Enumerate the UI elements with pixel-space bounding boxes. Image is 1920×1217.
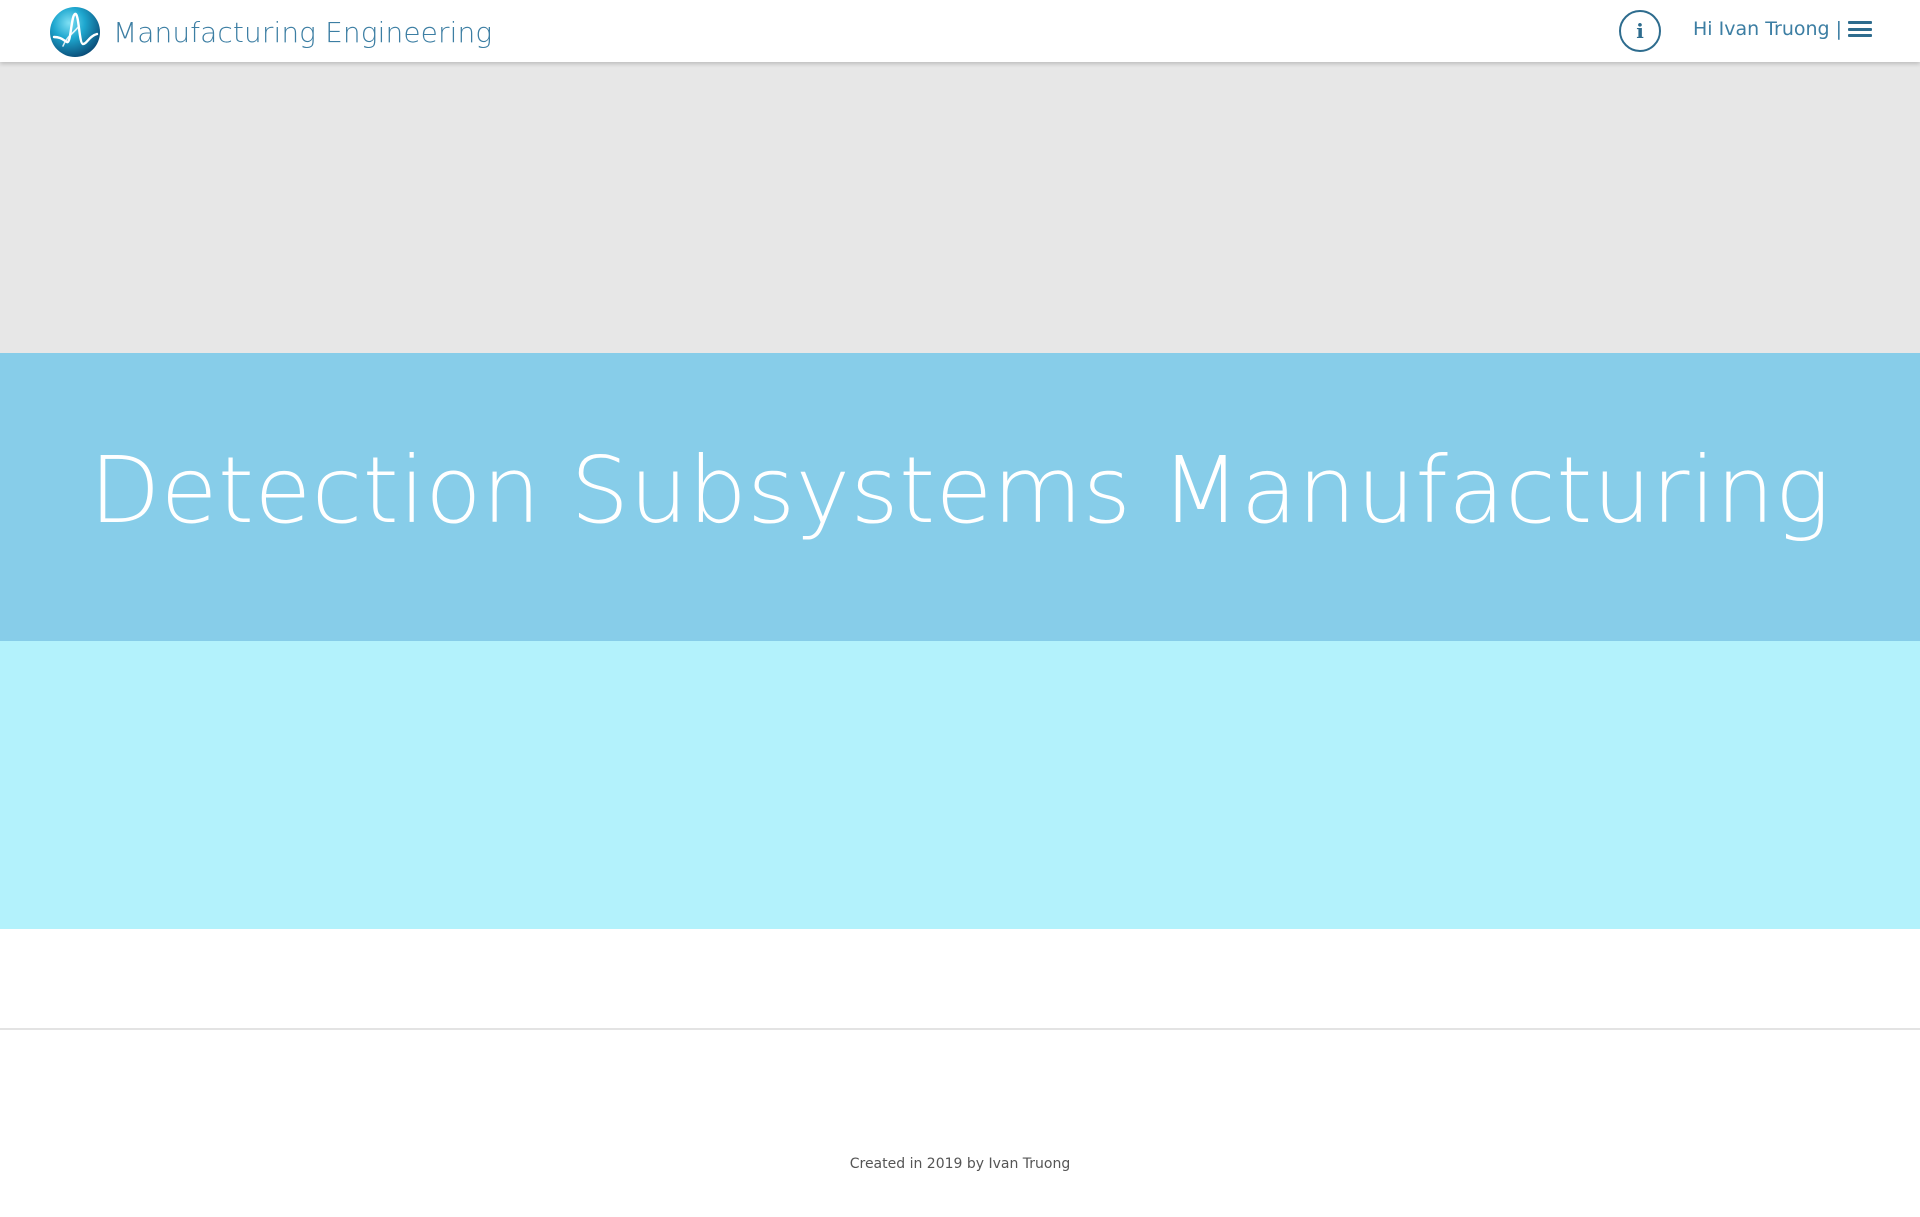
user-separator: | bbox=[1835, 18, 1842, 40]
app-title: Manufacturing Engineering bbox=[113, 15, 493, 49]
info-icon: i bbox=[1636, 19, 1644, 43]
footer-credit: Created in 2019 by Ivan Truong bbox=[849, 1156, 1071, 1172]
bottom-banner-band bbox=[0, 641, 1920, 929]
greeting-prefix: Hi bbox=[1693, 18, 1719, 40]
footer-divider bbox=[0, 1028, 1920, 1030]
top-navbar: Manufacturing Engineering i Hi Ivan Truo… bbox=[0, 0, 1920, 62]
top-banner-band bbox=[0, 62, 1920, 353]
hero-title: Detection Subsystems Manufacturing bbox=[89, 436, 1831, 544]
hero-band: Detection Subsystems Manufacturing bbox=[0, 353, 1920, 641]
user-name[interactable]: Ivan Truong bbox=[1719, 18, 1830, 40]
waveform-globe-logo-icon bbox=[50, 7, 100, 57]
info-icon-button[interactable]: i bbox=[1619, 10, 1661, 52]
page: Manufacturing Engineering i Hi Ivan Truo… bbox=[0, 0, 1920, 1217]
hamburger-menu-icon[interactable] bbox=[1848, 21, 1872, 37]
brand-home-link[interactable]: Manufacturing Engineering bbox=[49, 6, 492, 58]
user-menu: Hi Ivan Truong | bbox=[1693, 18, 1872, 40]
